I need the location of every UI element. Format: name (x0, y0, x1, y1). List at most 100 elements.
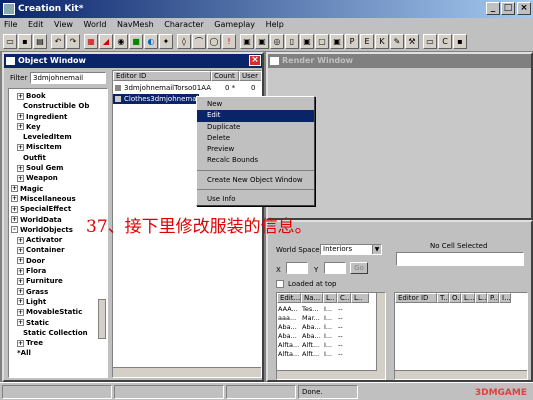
expand-icon[interactable]: + (17, 174, 24, 182)
go-button[interactable]: Go (350, 262, 368, 274)
menu-file[interactable]: File (4, 20, 17, 29)
redo-icon[interactable]: ↷ (66, 34, 80, 49)
expand-icon[interactable]: + (17, 339, 24, 347)
expand-icon[interactable]: + (17, 277, 24, 285)
col-l[interactable]: L.. (323, 293, 337, 303)
light-icon[interactable]: ✦ (159, 34, 173, 49)
tree-scrollbar-thumb[interactable] (98, 299, 106, 339)
collapse-icon[interactable]: - (11, 226, 18, 234)
menu-world[interactable]: World (84, 20, 107, 29)
expand-icon[interactable]: + (11, 216, 18, 224)
col-user[interactable]: User (239, 71, 261, 81)
list-row[interactable]: 3dmjohnemailTorso01AA 0 * 0 (113, 83, 261, 93)
script-icon[interactable]: ✎ (390, 34, 404, 49)
menu-item-duplicate[interactable]: Duplicate (197, 122, 314, 133)
object-window-titlebar[interactable]: Object Window × (4, 54, 262, 68)
render-window-titlebar[interactable]: Render Window (268, 54, 531, 68)
undo-icon[interactable]: ↶ (51, 34, 65, 49)
save-icon[interactable]: ▪ (18, 34, 32, 49)
tools-icon[interactable]: ⚒ (405, 34, 419, 49)
package-icon[interactable]: ▣ (330, 34, 344, 49)
ref-batch-icon[interactable]: ▯ (285, 34, 299, 49)
menu-item-preview[interactable]: Preview (197, 144, 314, 155)
col-t[interactable]: T... (437, 293, 449, 303)
tree-item[interactable]: + Tree (9, 338, 107, 348)
tree-item[interactable]: + Static (9, 318, 107, 328)
object-palette-icon[interactable]: ◎ (270, 34, 284, 49)
col-name[interactable]: Na... (301, 293, 323, 303)
expand-icon[interactable]: + (17, 308, 24, 316)
local-icon[interactable]: ◉ (114, 34, 128, 49)
cell-object-hscrollbar[interactable] (395, 370, 527, 379)
menu-navmesh[interactable]: NavMesh (117, 20, 154, 29)
dialog-icon[interactable]: ◯ (207, 34, 221, 49)
object-window-close-icon[interactable]: × (249, 55, 261, 66)
col-i[interactable]: I... (499, 293, 511, 303)
world-icon[interactable]: ◐ (144, 34, 158, 49)
tree-item[interactable]: Outfit (9, 153, 107, 163)
menu-edit[interactable]: Edit (28, 20, 44, 29)
expand-icon[interactable]: + (17, 288, 24, 296)
tree-item[interactable]: LeveledItem (9, 132, 107, 142)
cell-row[interactable]: aaa... Mar... I... -- (278, 314, 374, 323)
tree-item[interactable]: + Container (9, 245, 107, 255)
tree-item[interactable]: + Grass (9, 287, 107, 297)
tree-item[interactable]: + Miscellaneous (9, 194, 107, 204)
tree-item[interactable]: + Key (9, 122, 107, 132)
extra-icon[interactable]: ▪ (453, 34, 467, 49)
menu-item-use-info[interactable]: Use Info (197, 194, 314, 205)
tree-item[interactable]: + Book (9, 91, 107, 101)
tree-item[interactable]: + MiscItem (9, 142, 107, 152)
cell-name-field[interactable] (396, 252, 524, 266)
tree-item[interactable]: + Door (9, 256, 107, 266)
cell-row[interactable]: Aba... Aba... I... -- (278, 332, 374, 341)
menu-help[interactable]: Help (266, 20, 284, 29)
cell-view-icon[interactable]: ▣ (240, 34, 254, 49)
tree-item[interactable]: Static Collection (9, 328, 107, 338)
col-l2[interactable]: L.. (351, 293, 369, 303)
list-hscrollbar[interactable] (113, 367, 261, 377)
e-icon[interactable]: E (360, 34, 374, 49)
landscape-icon[interactable]: ■ (129, 34, 143, 49)
minimize-button[interactable]: _ (486, 2, 500, 15)
menu-item-delete[interactable]: Delete (197, 133, 314, 144)
pathgrid-icon[interactable]: ◊ (177, 34, 191, 49)
expand-icon[interactable]: + (11, 185, 18, 193)
expand-icon[interactable]: + (17, 143, 24, 151)
col-edit[interactable]: Edit... (277, 293, 301, 303)
menu-view[interactable]: View (54, 20, 73, 29)
cell-row[interactable]: Aba... Aba... I... -- (278, 323, 374, 332)
cell-row[interactable]: Alfta... Alft... I... -- (278, 350, 374, 359)
menu-item-new[interactable]: New (197, 99, 314, 110)
cell-row[interactable]: Alfta... Alft... I... -- (278, 341, 374, 350)
close-button[interactable]: × (517, 2, 531, 15)
loaded-at-top-checkbox[interactable] (276, 280, 284, 288)
snap-angle-icon[interactable]: ◢ (99, 34, 113, 49)
expand-icon[interactable]: + (17, 298, 24, 306)
expand-icon[interactable]: + (17, 257, 24, 265)
col-c[interactable]: C.. (337, 293, 351, 303)
p-icon[interactable]: P (345, 34, 359, 49)
col-editor-id[interactable]: Editor ID (395, 293, 437, 303)
frame-icon[interactable]: ▭ (423, 34, 437, 49)
expand-icon[interactable]: + (17, 319, 24, 327)
tree-item[interactable]: *All (9, 348, 107, 358)
preferences-icon[interactable]: ▤ (33, 34, 47, 49)
menu-item-recalc-bounds[interactable]: Recalc Bounds (197, 155, 314, 166)
expand-icon[interactable]: + (17, 236, 24, 244)
c-icon[interactable]: C (438, 34, 452, 49)
world-space-select[interactable]: Interiors ▼ (320, 244, 382, 255)
tree-item[interactable]: + Flora (9, 266, 107, 276)
expand-icon[interactable]: + (11, 205, 18, 213)
quest-icon[interactable]: ▢ (315, 34, 329, 49)
k-icon[interactable]: K (375, 34, 389, 49)
col-p[interactable]: P... (487, 293, 499, 303)
edit-landscape-icon[interactable]: ⌒ (192, 34, 206, 49)
cell-row[interactable]: AAA... Tes... I... -- (278, 305, 374, 314)
menu-item-create-new-object-window[interactable]: Create New Object Window (197, 175, 314, 186)
tree-item[interactable]: + Soul Gem (9, 163, 107, 173)
warning-icon[interactable]: ! (222, 34, 236, 49)
expand-icon[interactable]: + (17, 246, 24, 254)
expand-icon[interactable]: + (17, 113, 24, 121)
col-count[interactable]: Count (211, 71, 239, 81)
